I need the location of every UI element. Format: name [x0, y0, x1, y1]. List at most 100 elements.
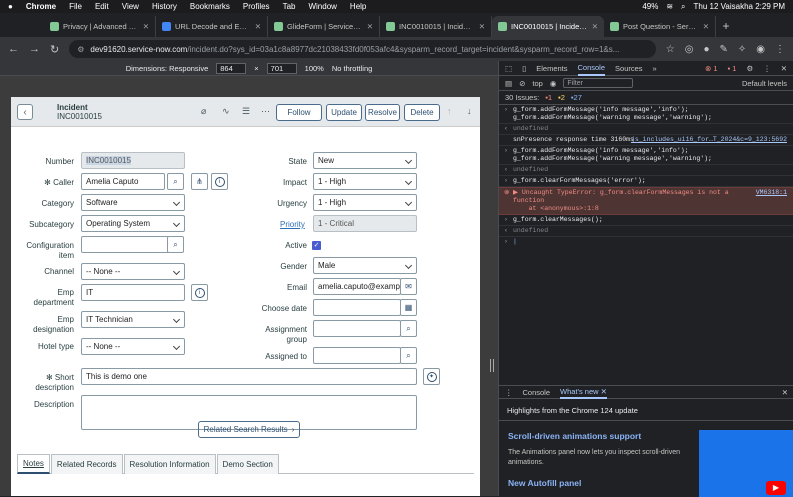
- channel-select[interactable]: -- None --: [81, 263, 185, 280]
- menu-bookmarks[interactable]: Bookmarks: [190, 2, 230, 11]
- menu-edit[interactable]: Edit: [95, 2, 109, 11]
- close-icon[interactable]: ✕: [781, 64, 787, 73]
- close-icon[interactable]: ✕: [143, 22, 149, 31]
- menu-history[interactable]: History: [152, 2, 177, 11]
- emp-designation-select[interactable]: IT Technician: [81, 311, 185, 328]
- attachment-icon[interactable]: ⌀: [201, 106, 206, 117]
- ci-lookup-search-icon[interactable]: ⌕: [167, 236, 184, 253]
- close-icon[interactable]: ✕: [367, 22, 373, 31]
- kebab-menu-icon[interactable]: ⋮: [775, 44, 785, 55]
- context-select[interactable]: top: [532, 79, 542, 88]
- impact-select[interactable]: 1 - High: [313, 173, 417, 190]
- console-source-link[interactable]: js_includes_ui16_for…T_2024&c=9_123:5692: [631, 136, 787, 144]
- subcategory-select[interactable]: Operating System: [81, 215, 185, 232]
- eyedropper-icon[interactable]: ✎: [719, 44, 727, 55]
- settings-gear-icon[interactable]: ⚙: [746, 64, 753, 73]
- assigned-to-search-icon[interactable]: ⌕: [400, 347, 417, 364]
- puzzle-icon[interactable]: ✧: [738, 44, 746, 55]
- delete-button[interactable]: Delete: [404, 104, 440, 121]
- previous-record-icon[interactable]: ↑: [447, 106, 452, 116]
- next-record-icon[interactable]: ↓: [467, 106, 472, 116]
- eye-icon[interactable]: ◉: [550, 79, 557, 88]
- close-icon[interactable]: ✕: [255, 22, 261, 31]
- site-info-icon[interactable]: ⚙: [77, 45, 84, 54]
- extension-icon[interactable]: ●: [703, 44, 709, 55]
- caller-lookup-search-icon[interactable]: ⌕: [167, 173, 184, 190]
- number-field[interactable]: INC0010015: [81, 152, 185, 169]
- email-envelope-icon[interactable]: ✉: [400, 278, 417, 295]
- calendar-icon[interactable]: ▦: [400, 299, 417, 316]
- assignment-group-search-icon[interactable]: ⌕: [400, 320, 417, 337]
- extension-icon[interactable]: ◎: [685, 44, 694, 55]
- active-checkbox[interactable]: ✓: [312, 241, 321, 250]
- tab-console[interactable]: Console: [577, 61, 606, 76]
- menu-help[interactable]: Help: [350, 2, 366, 11]
- close-icon[interactable]: ✕: [703, 22, 709, 31]
- filter-input[interactable]: Filter: [563, 78, 634, 88]
- state-select[interactable]: New: [313, 152, 417, 169]
- priority-link[interactable]: Priority: [280, 220, 305, 229]
- more-tabs-icon[interactable]: »: [653, 64, 657, 73]
- viewport-width-input[interactable]: [216, 62, 247, 74]
- resolve-button[interactable]: Resolve: [365, 104, 400, 121]
- close-icon[interactable]: ✕: [592, 22, 598, 31]
- gender-select[interactable]: Male: [313, 257, 417, 274]
- console-prompt[interactable]: › |: [499, 237, 793, 247]
- urgency-select[interactable]: 1 - High: [313, 194, 417, 211]
- back-button[interactable]: ‹: [17, 104, 33, 120]
- emp-department-info-icon[interactable]: i: [191, 284, 208, 301]
- more-options-icon[interactable]: ⋯: [261, 106, 270, 117]
- reload-icon[interactable]: ↻: [50, 43, 59, 56]
- tab-elements[interactable]: Elements: [536, 64, 567, 73]
- browser-tab[interactable]: INC0010015 | Incident | ✕: [380, 16, 492, 37]
- whats-new-item-title[interactable]: Scroll-driven animations support: [508, 431, 641, 441]
- console-input-line[interactable]: › g_form.addFormMessage('info message','i…: [499, 105, 793, 124]
- follow-button[interactable]: Follow: [276, 104, 322, 121]
- drawer-tab-console[interactable]: Console: [523, 388, 551, 397]
- browser-tab[interactable]: Privacy | Advanced Obj ✕: [44, 16, 156, 37]
- dimensions-select[interactable]: Dimensions: Responsive: [126, 64, 209, 73]
- category-select[interactable]: Software: [81, 194, 185, 211]
- close-drawer-icon[interactable]: ✕: [782, 388, 788, 397]
- inspect-element-icon[interactable]: ⬚: [505, 64, 512, 73]
- apple-icon[interactable]: ●: [8, 2, 13, 11]
- zoom-select[interactable]: 100%: [305, 64, 324, 73]
- kebab-menu-icon[interactable]: ⋮: [763, 64, 771, 73]
- caller-tree-icon[interactable]: ⋔: [191, 173, 208, 190]
- tab-notes[interactable]: Notes: [17, 454, 50, 474]
- drawer-menu-icon[interactable]: ⋮: [505, 388, 513, 397]
- log-levels-select[interactable]: Default levels: [742, 79, 787, 88]
- console-input-line[interactable]: › g_form.clearMessages();: [499, 215, 793, 226]
- menu-view[interactable]: View: [122, 2, 139, 11]
- email-input[interactable]: amelia.caputo@example: [313, 278, 401, 295]
- emp-department-field[interactable]: IT: [81, 284, 185, 301]
- browser-tab[interactable]: Post Question - Service ✕: [604, 16, 716, 37]
- choose-date-input[interactable]: [313, 299, 401, 316]
- browser-tab-active[interactable]: INC0010015 | Incident | ✕: [492, 16, 604, 37]
- back-arrow-icon[interactable]: ←: [8, 43, 19, 55]
- profile-avatar[interactable]: ◉: [756, 44, 765, 55]
- caller-info-icon[interactable]: i: [211, 173, 228, 190]
- url-input[interactable]: ⚙ dev91620.service-now.com/incident.do?s…: [69, 40, 656, 58]
- throttle-select[interactable]: No throttling: [332, 64, 372, 73]
- browser-tab[interactable]: GlideForm | ServiceNow ✕: [268, 16, 380, 37]
- menu-window[interactable]: Window: [308, 2, 336, 11]
- tab-demo-section[interactable]: Demo Section: [216, 454, 279, 474]
- viewport-height-input[interactable]: [266, 62, 297, 74]
- error-count-badge[interactable]: ⊗ 1: [705, 64, 718, 73]
- sidebar-toggle-icon[interactable]: ▤: [505, 79, 512, 88]
- assignment-group-input[interactable]: [313, 320, 401, 337]
- settings-sliders-icon[interactable]: ☰: [242, 106, 250, 117]
- configuration-item-field[interactable]: [81, 236, 169, 253]
- tab-related-records[interactable]: Related Records: [50, 454, 123, 474]
- browser-tab[interactable]: URL Decode and Encod ✕: [156, 16, 268, 37]
- issues-bar[interactable]: 30 Issues: ▪1 ▪2 ▪27: [499, 91, 793, 105]
- tab-resolution-information[interactable]: Resolution Information: [123, 454, 216, 474]
- video-thumbnail[interactable]: ▶: [699, 430, 793, 497]
- close-icon[interactable]: ✕: [479, 22, 485, 31]
- resize-handle[interactable]: [490, 359, 494, 372]
- assigned-to-input[interactable]: [313, 347, 401, 364]
- device-toggle-icon[interactable]: ▯: [522, 64, 526, 73]
- new-tab-button[interactable]: +: [716, 19, 736, 37]
- forward-arrow-icon[interactable]: →: [29, 43, 40, 55]
